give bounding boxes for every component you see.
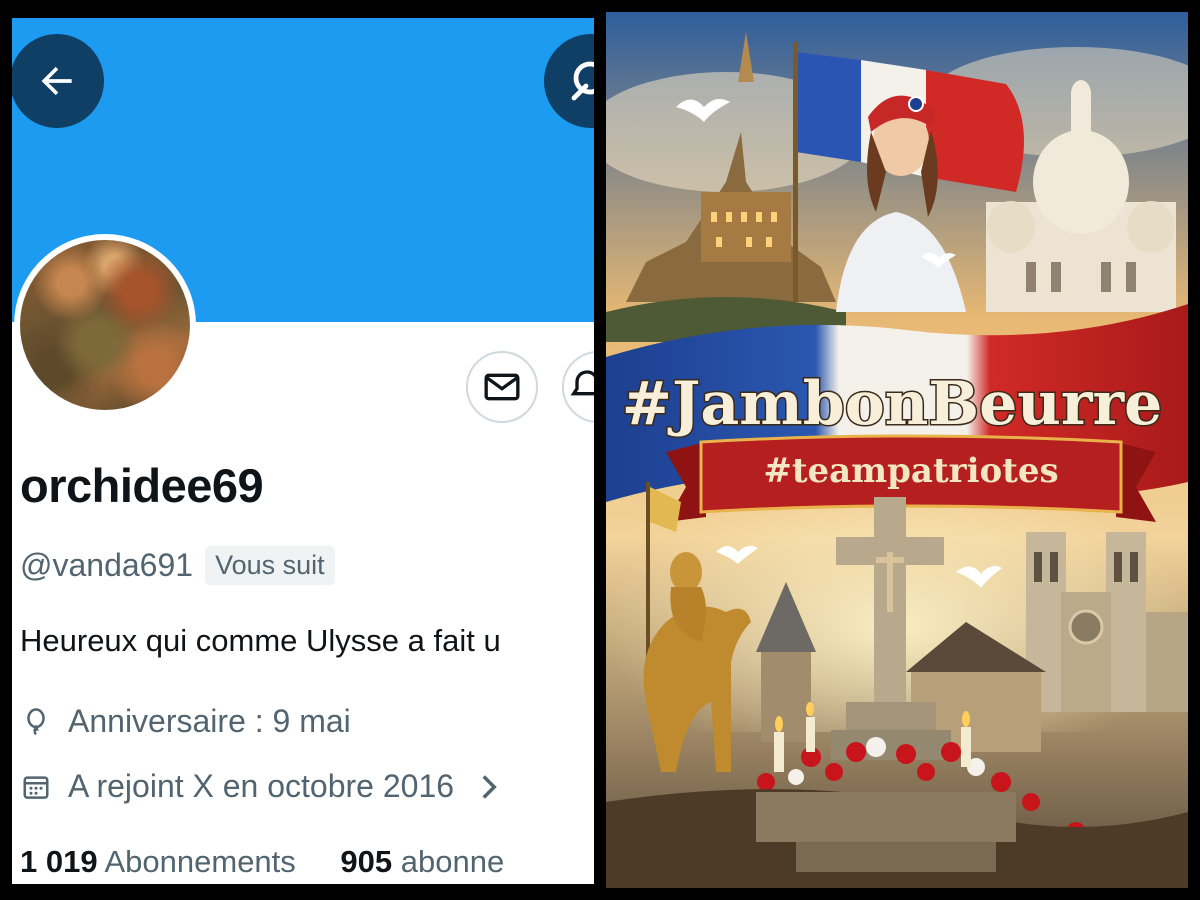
handle-row: @vanda691 Vous suit	[20, 546, 335, 585]
calendar-icon	[20, 771, 52, 803]
follows-you-badge: Vous suit	[205, 546, 335, 585]
grok-icon	[571, 61, 594, 101]
birthday-row: Anniversaire : 9 mai	[20, 703, 351, 740]
poster-image: #JambonBeurre #teampatriotes	[606, 12, 1188, 888]
avatar[interactable]	[20, 240, 190, 410]
following-label: Abonnements	[104, 844, 296, 879]
display-name: orchidee69	[20, 459, 264, 512]
followers-count: 905	[340, 844, 393, 879]
followers-label: abonne	[400, 844, 505, 879]
notify-button[interactable]	[562, 351, 594, 423]
chevron-right-icon	[478, 773, 500, 801]
balloon-icon	[20, 706, 52, 738]
back-button[interactable]	[12, 34, 104, 128]
following-link[interactable]: 1 019 Abonnements	[20, 844, 304, 879]
poster-subtitle: #teampatriotes	[763, 451, 1058, 491]
followers-link[interactable]: 905 abonne	[340, 844, 504, 879]
follow-stats: 1 019 Abonnements 905 abonne	[20, 844, 504, 880]
bell-icon	[570, 370, 594, 396]
message-button[interactable]	[466, 351, 538, 423]
handle: @vanda691	[20, 547, 194, 583]
following-count: 1 019	[20, 844, 98, 879]
arrow-left-icon	[41, 66, 72, 96]
birthday-text: Anniversaire : 9 mai	[68, 703, 351, 739]
envelope-icon	[484, 373, 520, 401]
bio: Heureux qui comme Ulysse a fait u	[20, 623, 501, 658]
profile-screenshot: orchidee69 @vanda691 Vous suit Heureux q…	[12, 18, 594, 884]
joined-row[interactable]: A rejoint X en octobre 2016	[20, 768, 500, 805]
poster-title: #JambonBeurre	[622, 369, 1163, 439]
avatar-frame	[14, 234, 196, 416]
joined-text: A rejoint X en octobre 2016	[68, 768, 455, 804]
